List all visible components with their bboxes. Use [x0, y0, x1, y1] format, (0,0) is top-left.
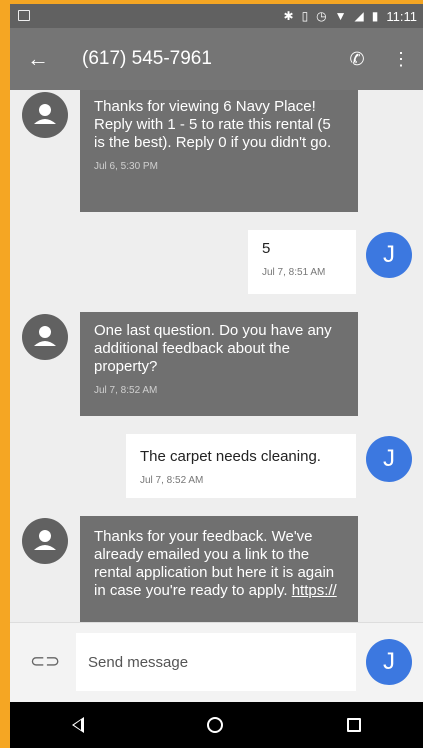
- conversation-title: (617) 545-7961: [82, 48, 212, 69]
- message-timestamp: Jul 6, 5:30 PM: [94, 161, 158, 172]
- image-notification-icon: [18, 10, 30, 21]
- sender-avatar-button[interactable]: J: [366, 639, 412, 685]
- nav-back-icon[interactable]: [71, 717, 84, 733]
- message-bubble-outgoing[interactable]: 5 Jul 7, 8:51 AM: [248, 230, 356, 294]
- message-composer: ⊂⊃ J: [10, 622, 423, 702]
- message-link[interactable]: https://: [292, 582, 337, 599]
- message-bubble-incoming[interactable]: One last question. Do you have any addit…: [80, 312, 358, 416]
- navigation-bar: [10, 702, 423, 748]
- message-bubble-outgoing[interactable]: The carpet needs cleaning. Jul 7, 8:52 A…: [126, 434, 356, 498]
- user-avatar[interactable]: J: [366, 436, 412, 482]
- back-arrow-icon[interactable]: ←: [10, 46, 66, 72]
- nav-recents-icon[interactable]: [347, 718, 362, 732]
- message-text: One last question. Do you have any addit…: [94, 322, 332, 375]
- message-bubble-incoming[interactable]: Thanks for viewing 6 Navy Place! Reply w…: [80, 90, 358, 212]
- app-bar: ← (617) 545-7961 ✆ ⋮: [10, 28, 423, 90]
- user-avatar[interactable]: J: [366, 232, 412, 278]
- bluetooth-icon: ✱: [283, 9, 294, 23]
- message-bubble-incoming[interactable]: Thanks for your feedback. We've already …: [80, 516, 358, 622]
- person-icon: [34, 326, 56, 346]
- contact-avatar[interactable]: [22, 518, 68, 564]
- nav-home-icon[interactable]: [207, 717, 224, 733]
- alarm-icon: ◷: [316, 9, 327, 23]
- message-text: 5: [262, 240, 271, 257]
- phone-screen: ✱ ▯ ◷ ▼ ◢ ▮ 11:11 ← (617) 545-7961 ✆ ⋮ T…: [10, 4, 423, 748]
- message-text: Thanks for viewing 6 Navy Place! Reply w…: [94, 98, 332, 151]
- phone-call-icon[interactable]: ✆: [335, 49, 379, 70]
- message-timestamp: Jul 7, 8:51 AM: [262, 267, 326, 278]
- send-message-input[interactable]: [76, 633, 356, 691]
- person-icon: [34, 530, 56, 550]
- more-options-icon[interactable]: ⋮: [379, 49, 423, 70]
- message-text: The carpet needs cleaning.: [140, 448, 321, 465]
- message-timestamp: Jul 7, 8:52 AM: [140, 475, 204, 486]
- attachment-icon[interactable]: ⊂⊃: [30, 651, 60, 672]
- message-thread[interactable]: Thanks for viewing 6 Navy Place! Reply w…: [10, 90, 423, 622]
- wifi-icon: ▼: [334, 9, 347, 23]
- person-icon: [34, 104, 56, 124]
- message-timestamp: Jul 7, 8:52 AM: [94, 385, 158, 396]
- contact-avatar[interactable]: [22, 92, 68, 138]
- vibrate-icon: ▯: [301, 9, 309, 23]
- status-time: 11:11: [386, 8, 417, 24]
- signal-icon: ◢: [354, 9, 364, 23]
- status-bar: ✱ ▯ ◷ ▼ ◢ ▮ 11:11: [10, 4, 423, 28]
- contact-avatar[interactable]: [22, 314, 68, 360]
- battery-icon: ▮: [371, 9, 379, 23]
